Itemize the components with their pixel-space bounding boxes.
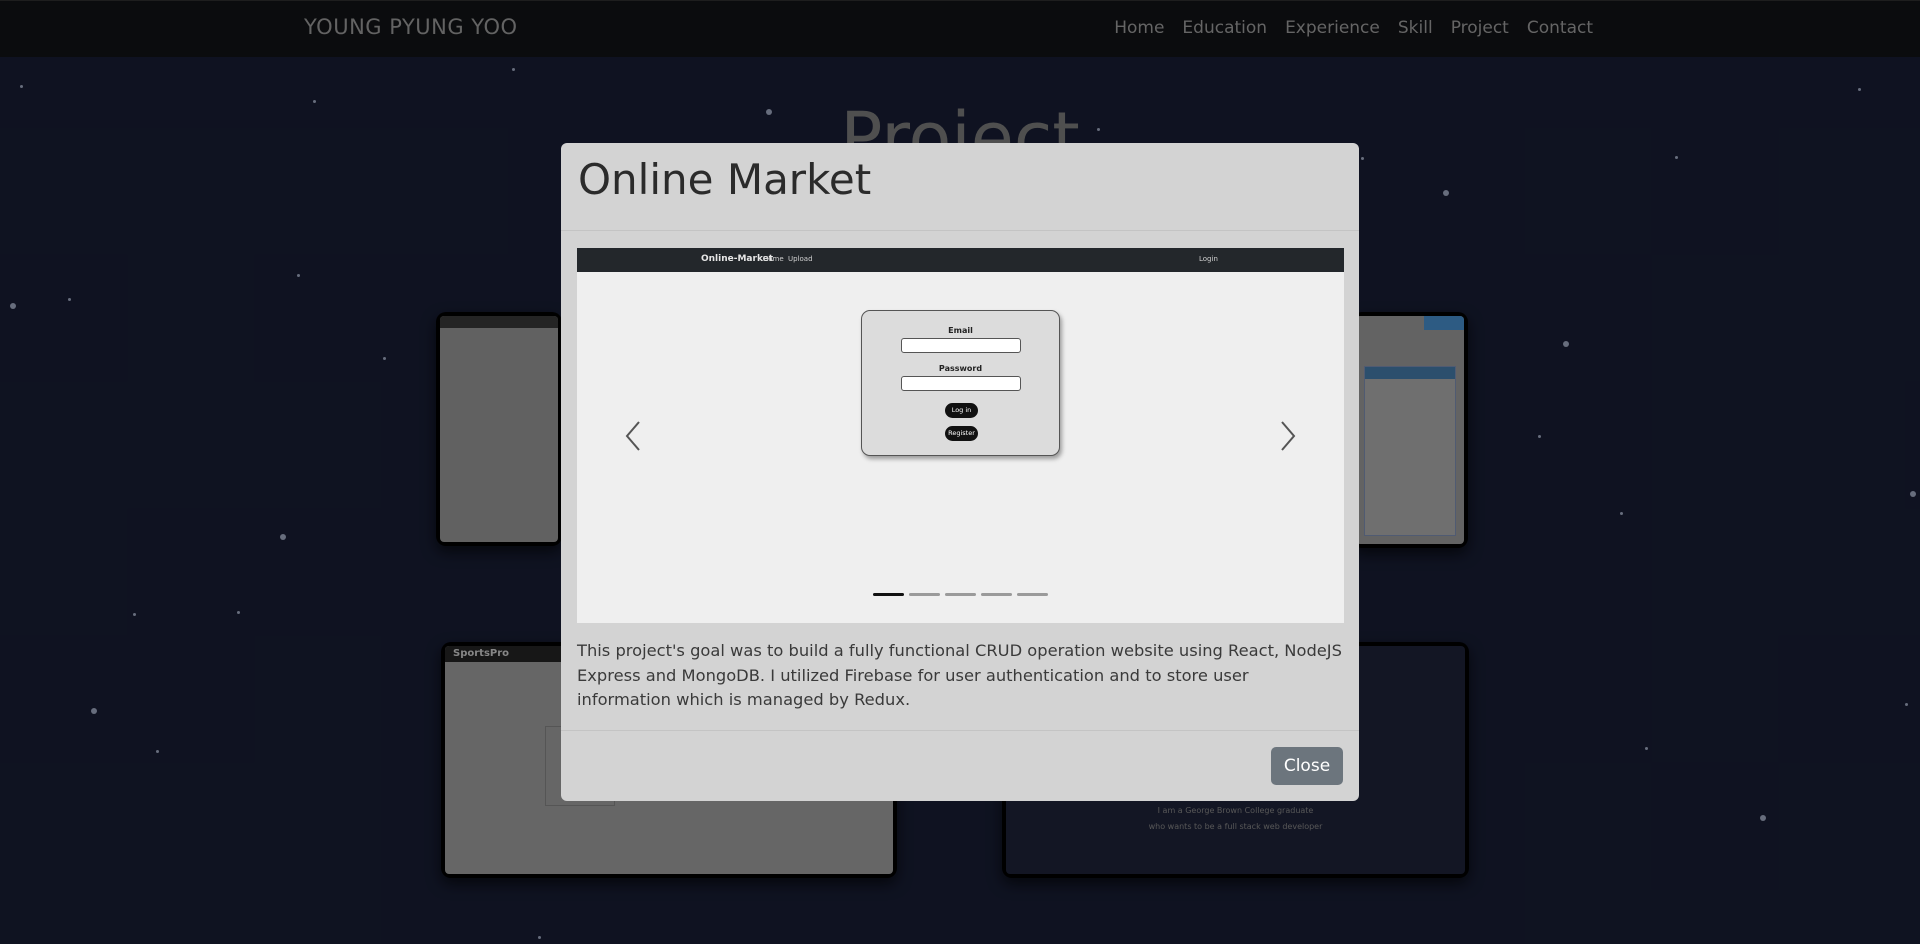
slide-password-label: Password [938, 364, 983, 373]
slide-email-field [901, 338, 1021, 353]
modal-footer: Close [561, 730, 1359, 801]
slide-navbar: Online-Market Home Upload Login [577, 248, 1344, 272]
carousel-indicator[interactable] [1017, 593, 1048, 596]
project-modal: Online Market Online-Market Home Upload … [561, 143, 1359, 801]
carousel-indicator[interactable] [945, 593, 976, 596]
modal-description: This project's goal was to build a fully… [577, 641, 1342, 709]
carousel-next-button[interactable] [1272, 416, 1302, 456]
slide-nav-upload: Upload [788, 255, 813, 263]
slide-login-form: Email Password Log in Register [861, 310, 1060, 456]
slide-nav-home: Home [763, 255, 784, 263]
close-button[interactable]: Close [1271, 747, 1343, 785]
slide-nav-login: Login [1199, 255, 1218, 263]
modal-header: Online Market [561, 143, 1359, 231]
carousel-indicator[interactable] [873, 593, 904, 596]
modal-title: Online Market [578, 155, 872, 204]
slide-password-field [901, 376, 1021, 391]
carousel-indicator[interactable] [981, 593, 1012, 596]
carousel-indicators [873, 593, 1048, 596]
slide-email-label: Email [948, 326, 973, 335]
chevron-left-icon [625, 421, 640, 451]
carousel-prev-button[interactable] [619, 416, 649, 456]
slide-login-button: Log in [945, 403, 978, 418]
image-carousel: Online-Market Home Upload Login Email Pa… [577, 248, 1344, 623]
carousel-indicator[interactable] [909, 593, 940, 596]
slide-register-button: Register [945, 426, 978, 441]
chevron-right-icon [1281, 421, 1296, 451]
